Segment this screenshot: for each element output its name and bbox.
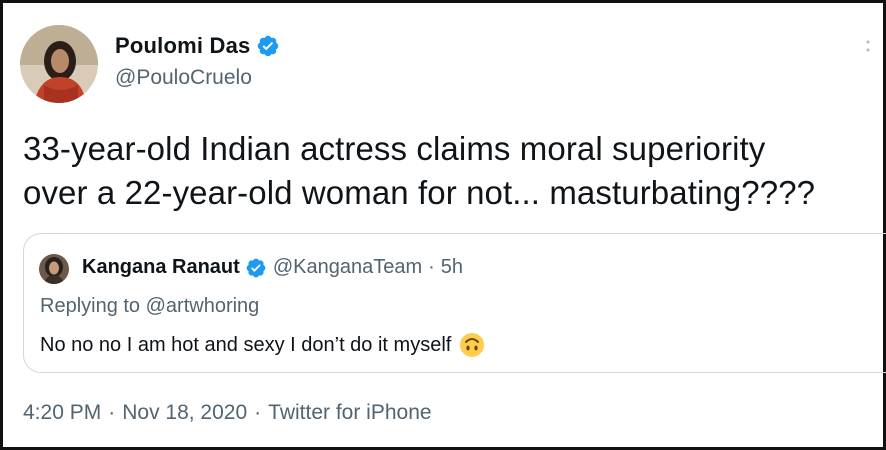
- quote-text: No no no I am hot and sexy I don’t do it…: [40, 332, 485, 358]
- tweet-text-line: over a 22-year-old woman for not... mast…: [23, 174, 816, 211]
- verified-badge-icon: [246, 258, 266, 277]
- quote-header: Kangana Ranaut @KanganaTeam · 5h: [82, 256, 463, 279]
- tweet-metadata: 4:20 PM · Nov 18, 2020 · Twitter for iPhone: [23, 401, 432, 425]
- replying-prefix: Replying to: [40, 295, 141, 317]
- separator-dot: ·: [108, 401, 116, 424]
- quote-author-name[interactable]: Kangana Ranaut: [82, 256, 240, 279]
- replying-to-mention[interactable]: @artwhoring: [146, 295, 260, 317]
- quote-text-content: No no no I am hot and sexy I don’t do it…: [40, 333, 452, 356]
- tweet-source[interactable]: Twitter for iPhone: [268, 401, 431, 425]
- replying-to-line: Replying to @artwhoring: [40, 295, 259, 318]
- quote-author-handle[interactable]: @KanganaTeam: [273, 256, 422, 279]
- separator-dot: ·: [428, 256, 435, 278]
- quoted-tweet[interactable]: Kangana Ranaut @KanganaTeam · 5h Replyin…: [23, 233, 886, 373]
- tweet-text-line: 33-year-old Indian actress claims moral …: [23, 130, 766, 167]
- chevron-down-icon[interactable]: [861, 35, 875, 59]
- upside-down-face-emoji-icon: [460, 333, 485, 357]
- author-avatar[interactable]: [20, 25, 98, 103]
- author-name-text[interactable]: Poulomi Das: [115, 33, 250, 59]
- author-handle[interactable]: @PouloCruelo: [115, 66, 252, 90]
- tweet-time[interactable]: 4:20 PM: [23, 401, 101, 425]
- tweet-card: Poulomi Das @PouloCruelo 33-year-old Ind…: [0, 0, 886, 450]
- quote-timestamp[interactable]: 5h: [441, 256, 463, 279]
- separator-dot: ·: [254, 401, 262, 424]
- tweet-text: 33-year-old Indian actress claims moral …: [23, 127, 883, 215]
- author-name[interactable]: Poulomi Das: [115, 33, 280, 59]
- tweet-date[interactable]: Nov 18, 2020: [122, 401, 247, 425]
- quote-author-avatar[interactable]: [39, 254, 69, 284]
- verified-badge-icon: [258, 35, 279, 57]
